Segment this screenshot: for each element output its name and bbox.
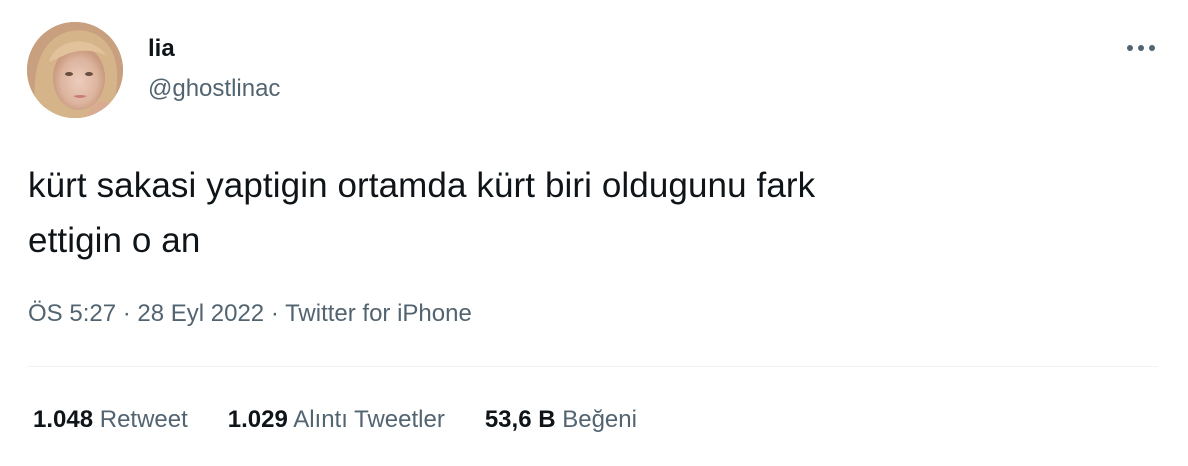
- tweet-stats: 1.048 Retweet 1.029 Alıntı Tweetler 53,6…: [33, 404, 637, 436]
- like-count[interactable]: 53,6 B Beğeni: [485, 404, 637, 436]
- more-options-button[interactable]: [1118, 30, 1164, 66]
- stat-count: 53,6 B: [484, 406, 556, 433]
- avatar[interactable]: [27, 22, 123, 118]
- divider: [28, 366, 1158, 367]
- tweet-time[interactable]: ÖS 5:27: [28, 300, 116, 327]
- tweet-text-line: kürt sakasi yaptigin ortamda kürt biri o…: [28, 166, 816, 205]
- tweet-card: lia @ghostlinac kürt sakasi yaptigin ort…: [0, 0, 1188, 466]
- quote-tweet-count[interactable]: 1.029 Alıntı Tweetler: [228, 404, 445, 436]
- tweet-date[interactable]: 28 Eyl 2022: [137, 300, 264, 327]
- avatar-image: [27, 22, 123, 118]
- stat-label: Retweet: [99, 406, 188, 433]
- stat-count: 1.048: [33, 406, 94, 433]
- tweet-text: kürt sakasi yaptigin ortamda kürt biri o…: [28, 158, 1148, 268]
- tweet-text-line: ettigin o an: [28, 221, 201, 260]
- meta-separator: ·: [264, 300, 286, 327]
- meta-separator: ·: [116, 300, 138, 327]
- more-horizontal-icon: [1127, 45, 1155, 51]
- stat-label: Alıntı Tweetler: [293, 406, 445, 433]
- tweet-source[interactable]: Twitter for iPhone: [285, 300, 472, 327]
- stat-label: Beğeni: [562, 406, 637, 433]
- tweet-meta: ÖS 5:27 · 28 Eyl 2022 · Twitter for iPho…: [28, 298, 472, 330]
- retweet-count[interactable]: 1.048 Retweet: [33, 404, 188, 436]
- user-name[interactable]: lia: [148, 34, 175, 64]
- stat-count: 1.029: [227, 406, 288, 433]
- user-handle[interactable]: @ghostlinac: [148, 74, 280, 104]
